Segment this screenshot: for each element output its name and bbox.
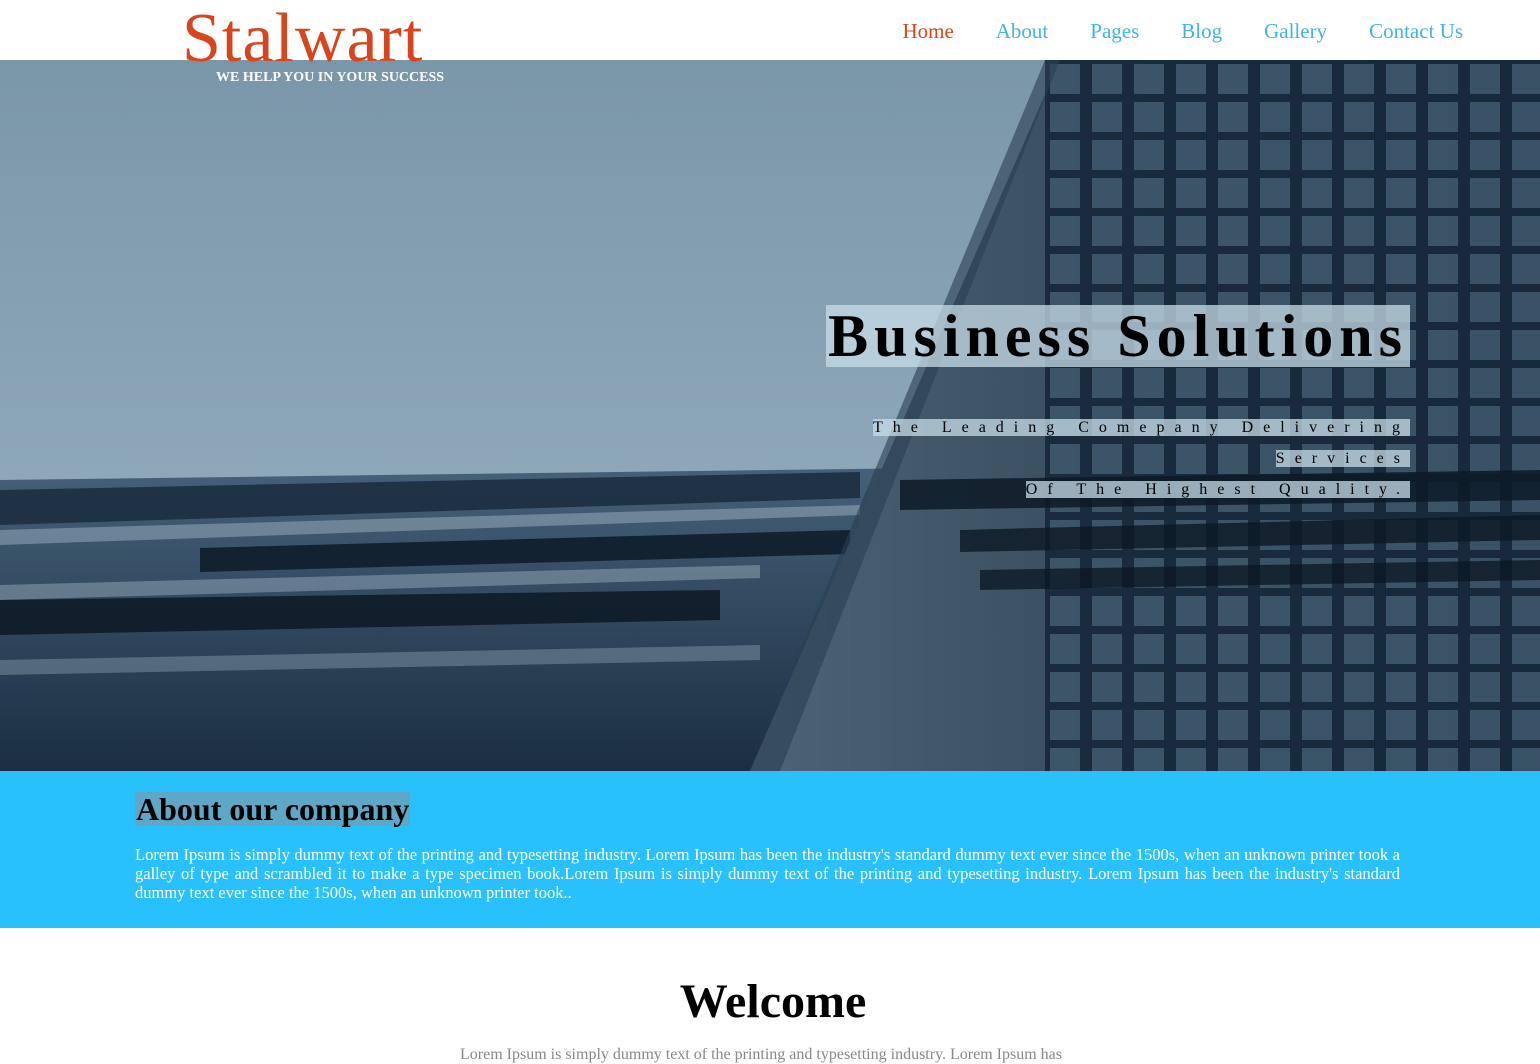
hero-banner: Business Solutions The Leading Comepany … [0,60,1540,771]
hero-subtitle-line1: The Leading Comepany Delivering Services [872,419,1410,467]
hero-subtitle: The Leading Comepany Delivering Services… [840,412,1410,505]
nav-home-link[interactable]: Home [902,18,953,44]
nav-pages-link[interactable]: Pages [1090,18,1139,44]
about-title: About our company [135,791,411,827]
logo-tagline: WE HELP YOU IN YOUR SUCCESS [216,70,445,85]
hero-title: Business Solutions [826,303,1410,369]
welcome-text: Lorem Ipsum is simply dummy text of the … [460,1046,1062,1063]
main-nav: Home About Pages Blog Gallery Contact Us [860,18,1463,44]
nav-gallery-link[interactable]: Gallery [1264,18,1327,44]
nav-contact-link[interactable]: Contact Us [1369,18,1463,44]
nav-blog-link[interactable]: Blog [1181,18,1222,44]
about-text: Lorem Ipsum is simply dummy text of the … [135,845,1400,902]
nav-about-link[interactable]: About [996,18,1049,44]
welcome-title: Welcome [679,975,867,1028]
logo-name: Stalwart [182,0,424,77]
site-logo[interactable]: Stalwart WE HELP YOU IN YOUR SUCCESS [182,0,444,86]
hero-subtitle-line2: Of The Highest Quality. [1025,481,1410,498]
about-section: About our company Lorem Ipsum is simply … [0,771,1540,928]
